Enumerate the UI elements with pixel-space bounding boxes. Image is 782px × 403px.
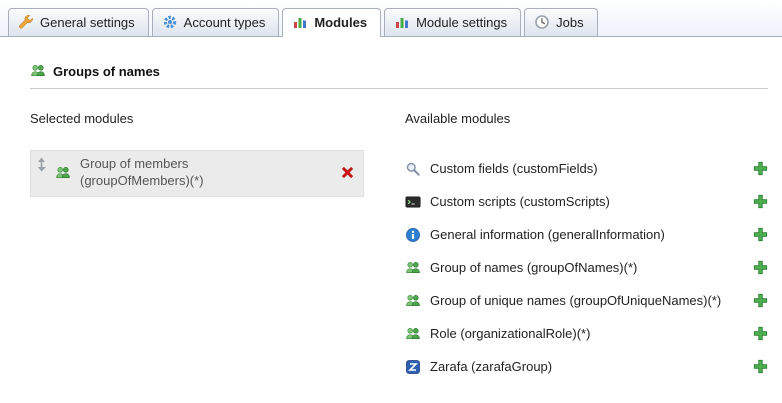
tab-general-settings[interactable]: General settings [8,8,149,36]
zarafa-icon [405,359,421,375]
selected-module-label: Group of members (groupOfMembers)(*) [80,156,255,190]
available-module-row: Group of names (groupOfNames)(*) [405,251,768,284]
available-module-row: Role (organizationalRole)(*) [405,317,768,350]
available-module-label: Custom scripts (customScripts) [430,194,610,209]
add-module-button[interactable] [753,359,768,374]
available-modules-list: Custom fields (customFields) Custom scri… [405,152,768,383]
tab-jobs[interactable]: Jobs [524,8,597,36]
section-header: Groups of names [30,63,768,79]
page-title: Groups of names [53,64,160,79]
add-module-button[interactable] [753,293,768,308]
selected-modules-heading: Selected modules [30,111,375,126]
available-module-label: Custom fields (customFields) [430,161,598,176]
clock-icon [534,14,550,30]
main-content: Groups of names Selected modules Group o… [0,37,782,383]
group-icon [405,293,421,309]
modules-chart-icon [394,14,410,30]
gear-icon [162,14,178,30]
selected-modules-panel: Selected modules Group of members (group… [30,111,375,383]
remove-module-icon[interactable] [340,165,355,180]
tab-modules[interactable]: Modules [282,8,381,37]
tab-label: Account types [184,15,266,30]
magnifier-icon [405,161,421,177]
drag-handle-icon[interactable] [37,157,46,172]
group-icon [405,260,421,276]
group-icon [405,326,421,342]
available-module-row: Group of unique names (groupOfUniqueName… [405,284,768,317]
available-module-row: Zarafa (zarafaGroup) [405,350,768,383]
add-module-button[interactable] [753,227,768,242]
add-module-button[interactable] [753,161,768,176]
selected-module-item[interactable]: Group of members (groupOfMembers)(*) [30,150,364,197]
modules-chart-icon [292,14,308,30]
add-module-button[interactable] [753,194,768,209]
available-modules-panel: Available modules Custom fields (customF… [405,111,768,383]
add-module-button[interactable] [753,326,768,341]
tab-label: Modules [314,15,367,30]
tab-bar: General settings Account types Modules M… [0,0,782,37]
available-module-label: Role (organizationalRole)(*) [430,326,590,341]
tab-label: Jobs [556,15,583,30]
available-module-row: Custom fields (customFields) [405,152,768,185]
available-module-label: Zarafa (zarafaGroup) [430,359,552,374]
available-modules-heading: Available modules [405,111,768,126]
available-module-label: Group of unique names (groupOfUniqueName… [430,293,721,308]
add-module-button[interactable] [753,260,768,275]
available-module-label: Group of names (groupOfNames)(*) [430,260,637,275]
divider [30,88,768,89]
group-icon [30,63,46,79]
info-icon [405,227,421,243]
tab-module-settings[interactable]: Module settings [384,8,521,36]
available-module-row: General information (generalInformation) [405,218,768,251]
tab-label: General settings [40,15,135,30]
tab-account-types[interactable]: Account types [152,8,280,36]
tab-label: Module settings [416,15,507,30]
terminal-icon [405,194,421,210]
wrench-icon [18,14,34,30]
available-module-label: General information (generalInformation) [430,227,665,242]
available-module-row: Custom scripts (customScripts) [405,185,768,218]
group-icon [55,165,71,181]
